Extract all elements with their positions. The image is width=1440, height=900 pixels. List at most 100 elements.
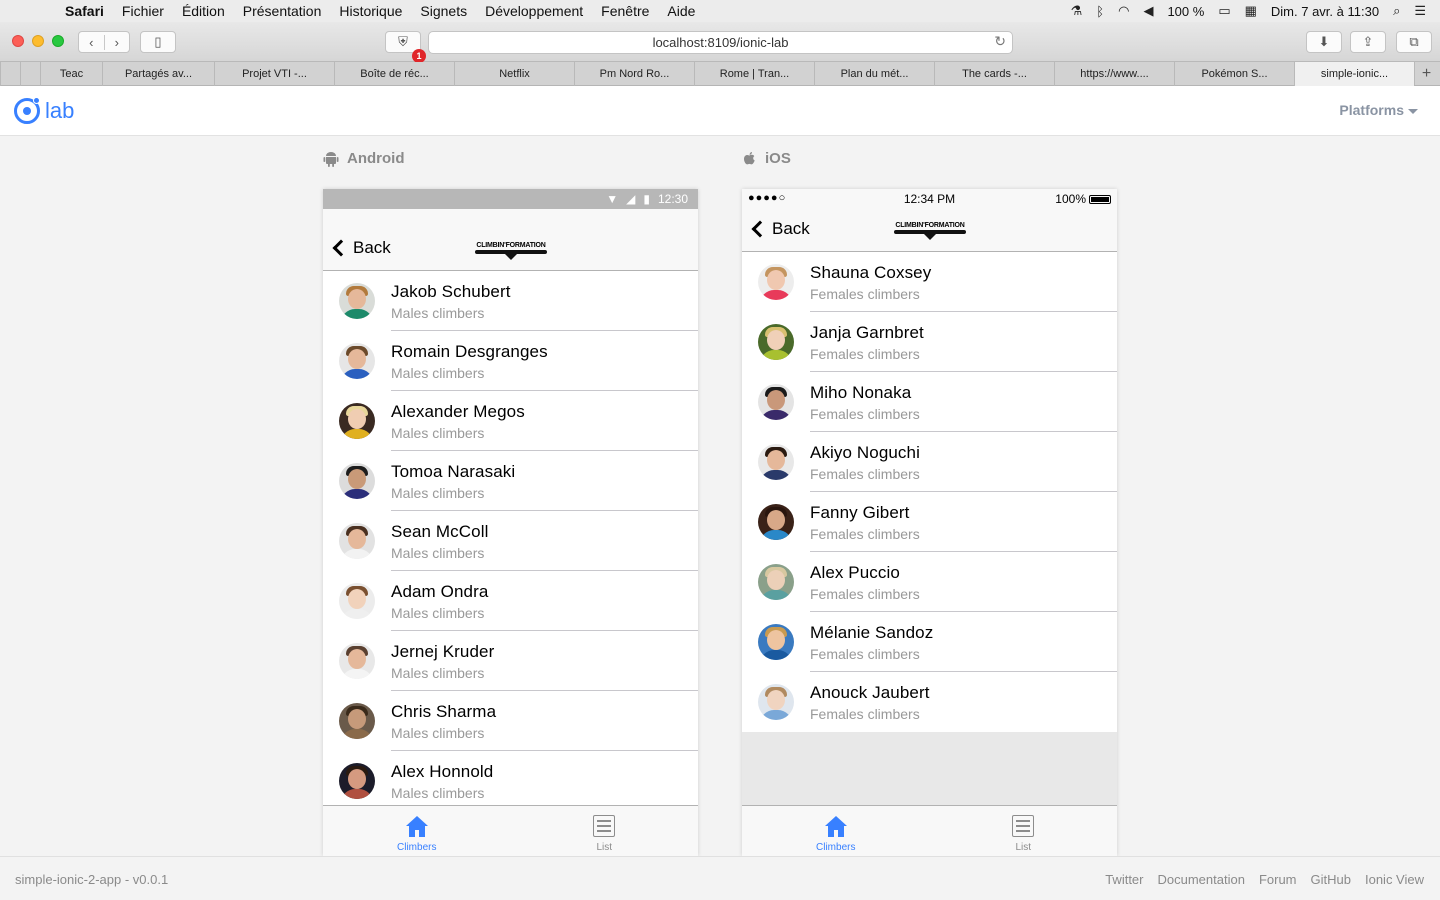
list-item[interactable]: Janja Garnbret Females climbers bbox=[742, 312, 1117, 372]
tab[interactable]: Teac bbox=[40, 62, 102, 86]
downloads-button[interactable]: ⬇ bbox=[1306, 31, 1342, 53]
tab-climbers[interactable]: Climbers bbox=[323, 806, 511, 856]
bluetooth-icon[interactable]: ᛒ bbox=[1096, 4, 1104, 19]
minimize-window-button[interactable] bbox=[32, 35, 44, 47]
menu-developpement[interactable]: Développement bbox=[476, 3, 592, 19]
logo-text: CLIMBIN'FORMATION bbox=[895, 222, 965, 229]
lab-footer: simple-ionic-2-app - v0.0.1 Twitter Docu… bbox=[0, 856, 1440, 900]
empty-area bbox=[742, 732, 1117, 805]
address-bar[interactable]: localhost:8109/ionic-lab ↻ bbox=[428, 31, 1013, 54]
avatar bbox=[339, 703, 375, 739]
climber-category: Males climbers bbox=[391, 364, 485, 381]
list-item[interactable]: Jakob Schubert Males climbers bbox=[323, 271, 698, 331]
notification-center-icon[interactable]: ☰ bbox=[1414, 3, 1426, 19]
tab[interactable]: Projet VTI -... bbox=[214, 62, 334, 86]
climber-name: Miho Nonaka bbox=[810, 382, 912, 402]
volume-icon[interactable]: ◀ bbox=[1143, 3, 1153, 19]
climber-name: Anouck Jaubert bbox=[810, 683, 930, 702]
share-button[interactable]: ⇪ bbox=[1350, 31, 1386, 53]
footer-link-twitter[interactable]: Twitter bbox=[1105, 872, 1143, 887]
tab[interactable]: Pokémon S... bbox=[1174, 62, 1294, 86]
list-item[interactable]: Romain Desgranges Males climbers bbox=[323, 331, 698, 391]
list-item[interactable]: Shauna Coxsey Females climbers bbox=[742, 252, 1117, 312]
fullscreen-window-button[interactable] bbox=[52, 35, 64, 47]
avatar bbox=[339, 583, 375, 619]
menu-presentation[interactable]: Présentation bbox=[234, 3, 331, 19]
climber-category: Females climbers bbox=[810, 585, 920, 602]
menu-edition[interactable]: Édition bbox=[173, 3, 234, 19]
wifi-icon[interactable]: ◠ bbox=[1118, 3, 1129, 19]
list-item[interactable]: Alex Puccio Females climbers bbox=[742, 552, 1117, 612]
tab[interactable]: The cards -... bbox=[934, 62, 1054, 86]
tab[interactable]: Rome | Tran... bbox=[694, 62, 814, 86]
list-item[interactable]: Anouck Jaubert Females climbers bbox=[742, 672, 1117, 732]
list-item[interactable]: Tomoa Narasaki Males climbers bbox=[323, 451, 698, 511]
list-item[interactable]: Fanny Gibert Females climbers bbox=[742, 492, 1117, 552]
list-item[interactable]: Chris Sharma Males climbers bbox=[323, 691, 698, 751]
close-window-button[interactable] bbox=[12, 35, 24, 47]
pinned-tab[interactable] bbox=[0, 62, 20, 86]
new-tab-icon[interactable]: + bbox=[1414, 62, 1438, 85]
menu-fenetre[interactable]: Fenêtre bbox=[592, 3, 658, 19]
tab[interactable]: Pm Nord Ro... bbox=[574, 62, 694, 86]
lab-logo-text: lab bbox=[45, 98, 75, 123]
tab-climbers[interactable]: Climbers bbox=[742, 806, 930, 856]
battery-percent[interactable]: 100 % bbox=[1167, 4, 1204, 19]
list-item[interactable]: Mélanie Sandoz Females climbers bbox=[742, 612, 1117, 672]
sidebar-toggle-button[interactable]: ▯ bbox=[140, 31, 176, 53]
list-item[interactable]: Miho Nonaka Females climbers bbox=[742, 372, 1117, 432]
menu-historique[interactable]: Historique bbox=[330, 3, 411, 19]
tab[interactable]: Netflix bbox=[454, 62, 574, 86]
calendar-icon[interactable]: ▦ bbox=[1245, 3, 1257, 19]
tab[interactable]: https://www.... bbox=[1054, 62, 1174, 86]
android-tabbar: Climbers List bbox=[323, 805, 698, 856]
menubar-datetime[interactable]: Dim. 7 avr. à 11:30 bbox=[1271, 4, 1379, 19]
tab[interactable]: Partagés av... bbox=[102, 62, 214, 86]
list-item[interactable]: Alex Honnold Males climbers bbox=[323, 751, 698, 811]
caret-down-icon bbox=[1408, 108, 1418, 114]
avatar bbox=[758, 624, 794, 660]
tab-active[interactable]: simple-ionic... bbox=[1294, 62, 1414, 86]
platforms-dropdown[interactable]: Platforms bbox=[1339, 102, 1418, 118]
menu-app[interactable]: Safari bbox=[56, 3, 113, 19]
back-button[interactable]: Back bbox=[750, 219, 810, 239]
list-item[interactable]: Akiyo Noguchi Females climbers bbox=[742, 432, 1117, 492]
app-version: simple-ionic-2-app - v0.0.1 bbox=[15, 872, 169, 887]
android-status-bar: ▼ ◢ ▮ 12:30 bbox=[323, 189, 698, 209]
browser-back-icon[interactable]: ‹ bbox=[79, 34, 105, 50]
browser-forward-icon[interactable]: › bbox=[105, 35, 130, 50]
pinned-tab[interactable] bbox=[20, 62, 40, 86]
list-item[interactable]: Adam Ondra Males climbers bbox=[323, 571, 698, 631]
climber-name: Chris Sharma bbox=[391, 701, 497, 721]
tab-list[interactable]: List bbox=[930, 806, 1118, 856]
tab[interactable]: Boîte de réc... bbox=[334, 62, 454, 86]
footer-link-github[interactable]: GitHub bbox=[1311, 872, 1351, 887]
footer-link-forum[interactable]: Forum bbox=[1259, 872, 1297, 887]
footer-link-documentation[interactable]: Documentation bbox=[1158, 872, 1245, 887]
reload-icon[interactable]: ↻ bbox=[994, 33, 1006, 50]
climber-category: Females climbers bbox=[810, 645, 920, 662]
climber-category: Males climbers bbox=[391, 785, 485, 801]
back-forward-group: ‹ › bbox=[78, 31, 130, 53]
menu-aide[interactable]: Aide bbox=[658, 3, 704, 19]
tab-list[interactable]: List bbox=[511, 806, 699, 856]
spotlight-search-icon[interactable]: ⌕ bbox=[1393, 3, 1400, 19]
climber-category: Females climbers bbox=[810, 345, 920, 362]
list-item[interactable]: Sean McColl Males climbers bbox=[323, 511, 698, 571]
avatar bbox=[339, 403, 375, 439]
footer-link-ionic-view[interactable]: Ionic View bbox=[1365, 872, 1424, 887]
list-item[interactable]: Jernej Kruder Males climbers bbox=[323, 631, 698, 691]
show-tabs-button[interactable]: ⧉ bbox=[1396, 31, 1432, 53]
tab-climbers-label: Climbers bbox=[816, 842, 856, 853]
menu-fichier[interactable]: Fichier bbox=[113, 3, 173, 19]
battery-icon[interactable]: ▭ bbox=[1218, 3, 1230, 19]
wifi-icon: ▼ bbox=[606, 192, 619, 206]
ios-preview: ●●●●○ 12:34 PM 100% Back CLIMBIN'FORMATI… bbox=[742, 189, 1117, 856]
flask-icon[interactable]: ⚗ bbox=[1071, 3, 1083, 19]
avatar bbox=[758, 564, 794, 600]
tab[interactable]: Plan du mét... bbox=[814, 62, 934, 86]
menu-signets[interactable]: Signets bbox=[411, 3, 476, 19]
apple-logo-icon bbox=[744, 151, 755, 164]
list-item[interactable]: Alexander Megos Males climbers bbox=[323, 391, 698, 451]
back-button[interactable]: Back bbox=[331, 238, 391, 258]
